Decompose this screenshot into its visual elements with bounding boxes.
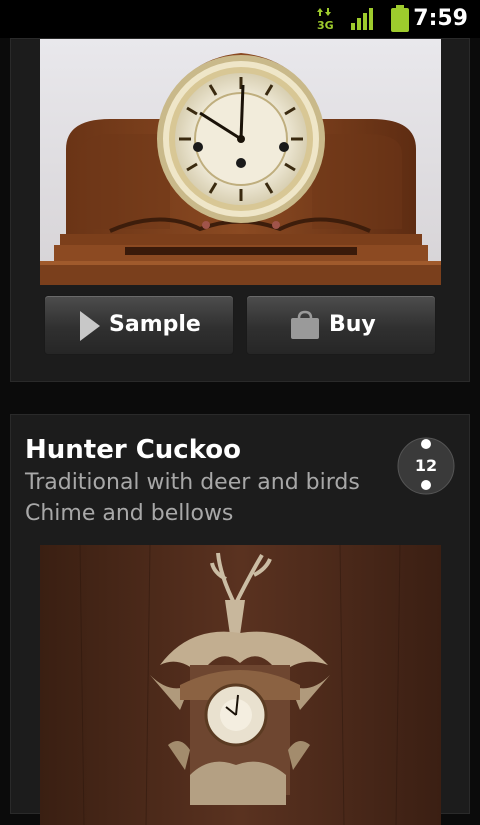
clock-description: Traditional with deer and birds: [25, 470, 360, 495]
battery-icon: [391, 5, 409, 32]
svg-text:3G: 3G: [317, 19, 334, 31]
mantel-clock-image[interactable]: [40, 39, 441, 285]
clock-title: Hunter Cuckoo: [25, 435, 242, 465]
buy-button-label: Buy: [329, 312, 376, 337]
sample-button[interactable]: Sample: [44, 295, 234, 355]
sample-button-label: Sample: [109, 312, 201, 337]
buy-button[interactable]: Buy: [246, 295, 436, 355]
clock-count-badge[interactable]: 12: [397, 437, 455, 495]
cuckoo-clock-image[interactable]: [40, 545, 441, 825]
badge-number: 12: [414, 456, 438, 475]
clock-features: Chime and bellows: [25, 501, 234, 526]
clock-card[interactable]: Hunter Cuckoo Traditional with deer and …: [10, 414, 470, 825]
status-time: 7:59: [413, 6, 468, 31]
shopping-bag-icon: [291, 310, 319, 339]
network-3g-icon: 3G: [317, 8, 334, 31]
clock-card: Sample Buy: [10, 38, 470, 382]
signal-strength-icon: [351, 8, 373, 30]
play-icon: [80, 311, 100, 341]
status-bar: 3G 7:59: [0, 0, 480, 38]
